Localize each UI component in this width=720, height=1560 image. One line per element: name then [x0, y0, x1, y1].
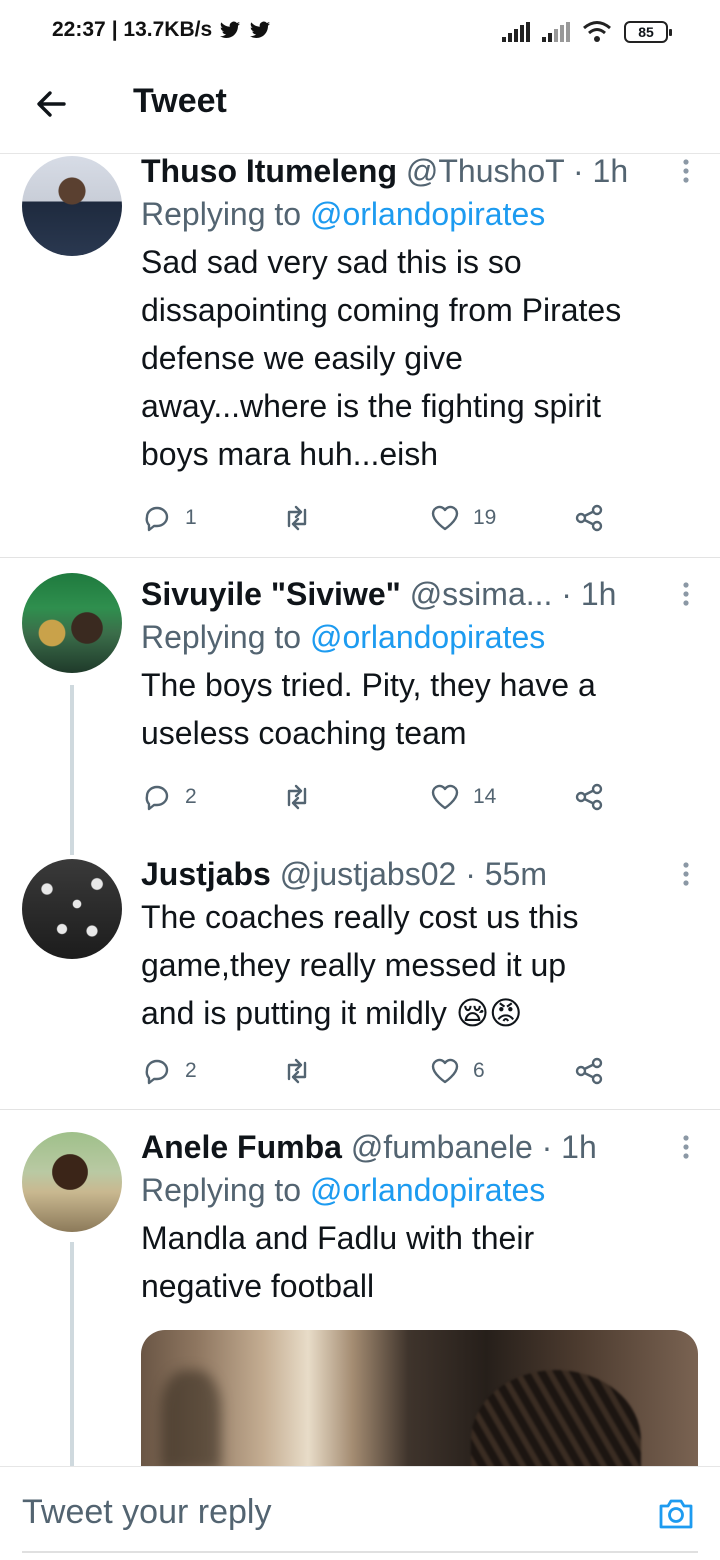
retweet-icon: [287, 784, 307, 810]
tweet-text: Mandla and Fadlu with their negative foo…: [141, 1220, 535, 1304]
thread-connector: [70, 685, 74, 855]
signal-icon: [502, 22, 530, 42]
author-name[interactable]: Anele Fumba: [141, 1129, 342, 1165]
battery-icon: 85: [624, 21, 672, 43]
heart-icon: [431, 505, 459, 531]
reply-icon: [145, 785, 169, 811]
tweet-text: Sad sad very sad this is so dissapointin…: [141, 244, 622, 472]
heart-icon: [431, 784, 459, 810]
like-button[interactable]: 19: [429, 502, 496, 534]
share-button[interactable]: [573, 502, 605, 534]
replying-prefix: Replying to: [141, 196, 310, 232]
reply-count: 2: [185, 785, 197, 808]
heart-icon: [431, 1058, 459, 1084]
reply-bar: Tweet your reply: [0, 1466, 720, 1560]
divider: [0, 557, 720, 558]
thread-connector: [70, 1242, 74, 1476]
avatar[interactable]: [22, 1132, 122, 1232]
reply-count: 2: [185, 1059, 197, 1082]
retweet-icon: [287, 1058, 307, 1084]
more-options-icon[interactable]: [678, 579, 694, 609]
divider: [0, 1109, 720, 1110]
replying-to: Replying to @orlandopirates: [141, 613, 690, 661]
status-left: 22:37 | 13.7KB/s: [52, 18, 272, 42]
reply-count: 1: [185, 506, 197, 529]
avatar[interactable]: [22, 573, 122, 673]
back-arrow-icon[interactable]: [32, 84, 72, 124]
tweet-time: · 1h: [561, 576, 617, 612]
retweet-button[interactable]: [281, 502, 313, 534]
media-figure: [161, 1370, 221, 1470]
author-name[interactable]: Justjabs: [141, 856, 271, 892]
mention-link[interactable]: @orlandopirates: [310, 196, 545, 232]
tweet-header: Anele Fumba @fumbanele · 1h: [141, 1128, 690, 1166]
tweet-actions: 2 14: [141, 781, 611, 821]
share-button[interactable]: [573, 1055, 605, 1087]
like-button[interactable]: 6: [429, 1055, 485, 1087]
reply-button[interactable]: 1: [141, 502, 197, 534]
status-time: 22:37: [52, 18, 106, 41]
tweet-time: · 1h: [541, 1129, 597, 1165]
avatar[interactable]: [22, 859, 122, 959]
tweet-header: Thuso Itumeleng @ThushoT · 1h: [141, 152, 690, 190]
page-title: Tweet: [133, 82, 227, 120]
like-count: 19: [473, 506, 497, 529]
share-button[interactable]: [573, 781, 605, 813]
reply-button[interactable]: 2: [141, 1055, 197, 1087]
wifi-icon: [583, 21, 611, 42]
share-icon: [575, 504, 603, 532]
tweet-time: · 55m: [465, 856, 547, 892]
more-options-icon[interactable]: [678, 859, 694, 889]
like-count: 6: [473, 1059, 485, 1082]
twitter-notification-icon-2: [250, 21, 271, 38]
replying-to: Replying to @orlandopirates: [141, 190, 690, 238]
mention-link[interactable]: @orlandopirates: [310, 1172, 545, 1208]
reply-input[interactable]: Tweet your reply: [22, 1493, 271, 1532]
avatar[interactable]: [22, 156, 122, 256]
like-count: 14: [473, 785, 497, 808]
tweet-media-image[interactable]: [141, 1330, 698, 1470]
signal-icon-2: [542, 22, 570, 42]
network-speed: | 13.7KB/s: [111, 18, 213, 41]
reply-button[interactable]: 2: [141, 781, 197, 813]
replying-prefix: Replying to: [141, 1172, 310, 1208]
more-options-icon[interactable]: [678, 1132, 694, 1162]
retweet-button[interactable]: [281, 781, 313, 813]
author-handle[interactable]: @justjabs02: [280, 856, 457, 892]
replying-prefix: Replying to: [141, 619, 310, 655]
author-handle[interactable]: @ssima...: [410, 576, 553, 612]
tweet-text: The coaches really cost us this game,the…: [141, 893, 690, 1037]
twitter-notification-icon: [220, 21, 241, 38]
reply-icon: [145, 1059, 169, 1085]
share-icon: [575, 1057, 603, 1085]
share-icon: [575, 783, 603, 811]
tweet-header: Sivuyile "Siviwe" @ssima... · 1h: [141, 575, 690, 613]
status-bar: 22:37 | 13.7KB/s 85: [0, 0, 720, 64]
tweet-actions: 2 6: [141, 1055, 611, 1095]
mention-link[interactable]: @orlandopirates: [310, 619, 545, 655]
author-handle[interactable]: @ThushoT: [406, 153, 564, 189]
reply-icon: [145, 506, 169, 532]
tweet-time: · 1h: [572, 153, 629, 189]
status-right: 85: [502, 20, 672, 44]
tweet-actions: 1 19: [141, 502, 611, 542]
author-name[interactable]: Thuso Itumeleng: [141, 153, 397, 189]
emoji: 😪😡: [455, 995, 523, 1031]
retweet-icon: [287, 505, 307, 531]
app-header: Tweet: [0, 64, 720, 154]
like-button[interactable]: 14: [429, 781, 496, 813]
author-handle[interactable]: @fumbanele: [351, 1129, 533, 1165]
media-braided-hair: [471, 1370, 641, 1470]
camera-icon[interactable]: [656, 1493, 696, 1533]
tweet-header: Justjabs @justjabs02 · 55m: [141, 855, 690, 893]
retweet-button[interactable]: [281, 1055, 313, 1087]
more-options-icon[interactable]: [678, 156, 694, 186]
author-name[interactable]: Sivuyile "Siviwe": [141, 576, 401, 612]
replying-to: Replying to @orlandopirates: [141, 1166, 690, 1214]
tweet-text: The boys tried. Pity, they have a useles…: [141, 667, 596, 751]
reply-input-underline: [22, 1551, 698, 1553]
